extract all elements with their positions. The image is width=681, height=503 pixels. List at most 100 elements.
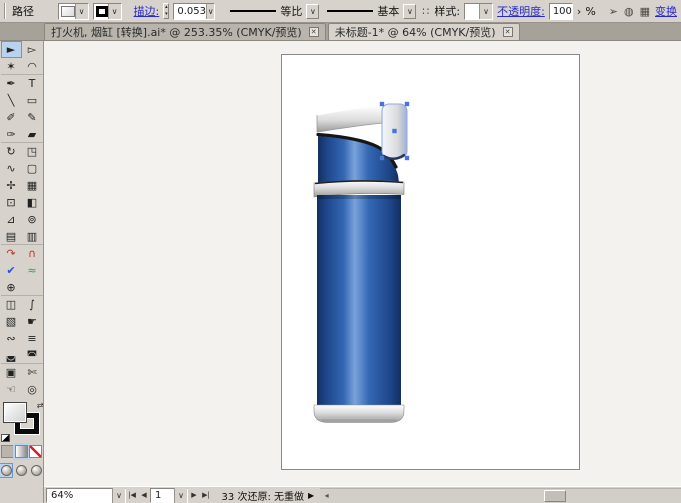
lasso-tool[interactable]: ◠ <box>22 58 43 75</box>
screen-mode-icon <box>16 465 27 476</box>
blend-tool[interactable]: ⊚ <box>22 211 43 228</box>
symbol-tool[interactable]: ▤ <box>1 228 22 245</box>
opacity-input[interactable]: 100 <box>549 3 573 20</box>
status-menu-arrow-icon[interactable]: ▶ <box>308 491 314 500</box>
style-select[interactable]: ∨ <box>464 3 493 20</box>
chevron-down-icon: ∨ <box>108 4 121 19</box>
live-paint-bucket-tool[interactable]: ◛ <box>1 347 22 364</box>
last-page-button[interactable]: ▶| <box>200 488 212 502</box>
live-paint-selection-tool[interactable]: ◚ <box>22 347 43 364</box>
recolor-artwork-icon[interactable]: ◍ <box>623 5 635 18</box>
scallop-tool[interactable]: ✢ <box>1 177 22 194</box>
eyedropper-tool[interactable]: ⊿ <box>1 211 22 228</box>
eraser-tool[interactable]: ▰ <box>22 126 43 143</box>
first-page-button[interactable]: |◀ <box>126 488 138 502</box>
stroke-link[interactable]: 描边: <box>134 3 160 19</box>
bracket-tool[interactable]: ◫ <box>1 296 22 313</box>
selection-tool[interactable]: ► <box>1 41 22 58</box>
profile-option-label: 等比 <box>280 3 302 19</box>
gradient-button[interactable] <box>15 445 28 458</box>
curve-arrow-tool[interactable]: ↷ <box>1 245 22 262</box>
knife-tool[interactable]: ✄ <box>22 364 43 381</box>
fill-swatch[interactable] <box>3 402 27 423</box>
fill-style-select[interactable]: ∨ <box>58 3 89 20</box>
stroke-color-select[interactable]: ∨ <box>93 3 122 20</box>
crop-area-tool[interactable]: ▣ <box>1 364 22 381</box>
canvas-pasteboard[interactable] <box>44 41 681 486</box>
rectangle-tool[interactable]: ▭ <box>22 92 43 109</box>
grid-tool[interactable]: ▦ <box>22 177 43 194</box>
stroke-swatch-icon <box>96 6 108 17</box>
pencil-tool[interactable]: ✎ <box>22 109 43 126</box>
prev-page-button[interactable]: ◀ <box>138 488 150 502</box>
tab-label: 未标题-1* @ 64% (CMYK/预览) <box>335 24 496 40</box>
smooth-tool[interactable]: ✑ <box>1 126 22 143</box>
brush-option-label: 基本 <box>377 3 399 19</box>
hatch-grid-tool[interactable]: ▧ <box>1 313 22 330</box>
panel-grip <box>4 3 6 19</box>
next-page-button[interactable]: ▶ <box>188 488 200 502</box>
page-number-value: 1 <box>155 490 161 501</box>
column-graph-tool[interactable]: ▥ <box>22 228 43 245</box>
anchor-point <box>380 156 384 160</box>
opacity-menu-arrow[interactable]: › <box>577 5 581 18</box>
freehand-path-tool[interactable]: ∾ <box>1 330 22 347</box>
none-button[interactable] <box>29 445 42 458</box>
page-number-select[interactable]: 1 ∨ <box>150 488 188 503</box>
scrollbar-thumb[interactable] <box>544 490 566 502</box>
zoom-tool[interactable]: ◎ <box>22 381 43 398</box>
screen-mode-full-button[interactable] <box>31 464 43 477</box>
brush-definition-select[interactable]: 基本 ∨ <box>324 3 417 20</box>
style-label: 样式: <box>434 3 460 19</box>
target-tool[interactable]: ⊕ <box>1 279 22 296</box>
swap-fill-stroke-icon[interactable]: ⇄ <box>37 401 44 410</box>
screen-mode-normal-button[interactable] <box>0 464 12 477</box>
warp-tool[interactable]: ∿ <box>1 160 22 177</box>
paintbrush-tool[interactable]: ✐ <box>1 109 22 126</box>
stepper-up-icon: ▴ <box>164 4 168 11</box>
scroll-left-icon[interactable]: ◂ <box>320 489 333 502</box>
screen-mode-menu-button[interactable] <box>15 464 27 477</box>
pointer-hand-tool[interactable]: ☛ <box>22 313 43 330</box>
type-tool[interactable]: T <box>22 75 43 92</box>
close-icon[interactable]: ✕ <box>309 27 319 37</box>
scale-tool[interactable]: ◳ <box>22 143 43 160</box>
pen-tool[interactable]: ✒ <box>1 75 22 92</box>
check-mark-tool[interactable]: ✔ <box>1 262 22 279</box>
lighter-artwork[interactable] <box>282 55 581 471</box>
horizontal-scrollbar[interactable]: ◂ <box>320 488 681 503</box>
stroke-weight-stepper[interactable]: ▴ ▾ <box>163 3 169 19</box>
opacity-link[interactable]: 不透明度: <box>497 3 545 19</box>
artboard[interactable] <box>281 54 580 470</box>
transform-link[interactable]: 变换 <box>655 3 677 19</box>
stroke-weight-select[interactable]: 0.053 ∨ <box>173 3 215 20</box>
direct-selection-tool[interactable]: ▻ <box>22 41 43 58</box>
width-profile-select[interactable]: 等比 ∨ <box>227 3 320 20</box>
dotted-curve-tool[interactable]: ∩ <box>22 245 43 262</box>
style-swatch-icon <box>467 6 479 17</box>
stepper-down-icon: ▾ <box>164 11 168 18</box>
gradient-tool[interactable]: ◧ <box>22 194 43 211</box>
line-segment-tool[interactable]: ╲ <box>1 92 22 109</box>
tab-lighter-document[interactable]: 打火机, 烟缸 [转换].ai* @ 253.35% (CMYK/预览) ✕ <box>44 23 326 40</box>
lighter-body[interactable] <box>317 195 401 406</box>
dots-icon[interactable]: ∷ <box>421 5 430 18</box>
rotate-tool[interactable]: ↻ <box>1 143 22 160</box>
color-button[interactable] <box>1 445 14 458</box>
select-similar-icon[interactable]: ➢ <box>608 5 619 18</box>
free-transform-tool[interactable]: ▢ <box>22 160 43 177</box>
fill-stroke-control[interactable]: ⇄ <box>2 402 42 440</box>
default-fill-stroke-icon[interactable] <box>1 434 10 442</box>
status-bar: 64% ∨ |◀ ◀ 1 ∨ ▶ ▶| 33 次还原: 无重做 ▶ ◂ <box>44 486 681 503</box>
hand-tool[interactable]: ☜ <box>1 381 22 398</box>
zoom-level-select[interactable]: 64% ∨ <box>46 488 126 503</box>
close-icon[interactable]: ✕ <box>503 27 513 37</box>
tab-untitled-document[interactable]: 未标题-1* @ 64% (CMYK/预览) ✕ <box>328 23 520 40</box>
grid-options-icon[interactable]: ▦ <box>639 5 651 18</box>
document-tab-bar: 打火机, 烟缸 [转换].ai* @ 253.35% (CMYK/预览) ✕ 未… <box>0 23 681 41</box>
slice-tool[interactable]: ⊡ <box>1 194 22 211</box>
magic-wand-tool[interactable]: ✶ <box>1 58 22 75</box>
s-curve-tool[interactable]: ∫ <box>22 296 43 313</box>
list-tool[interactable]: ≡ <box>22 330 43 347</box>
wave-tool[interactable]: ≈ <box>22 262 43 279</box>
